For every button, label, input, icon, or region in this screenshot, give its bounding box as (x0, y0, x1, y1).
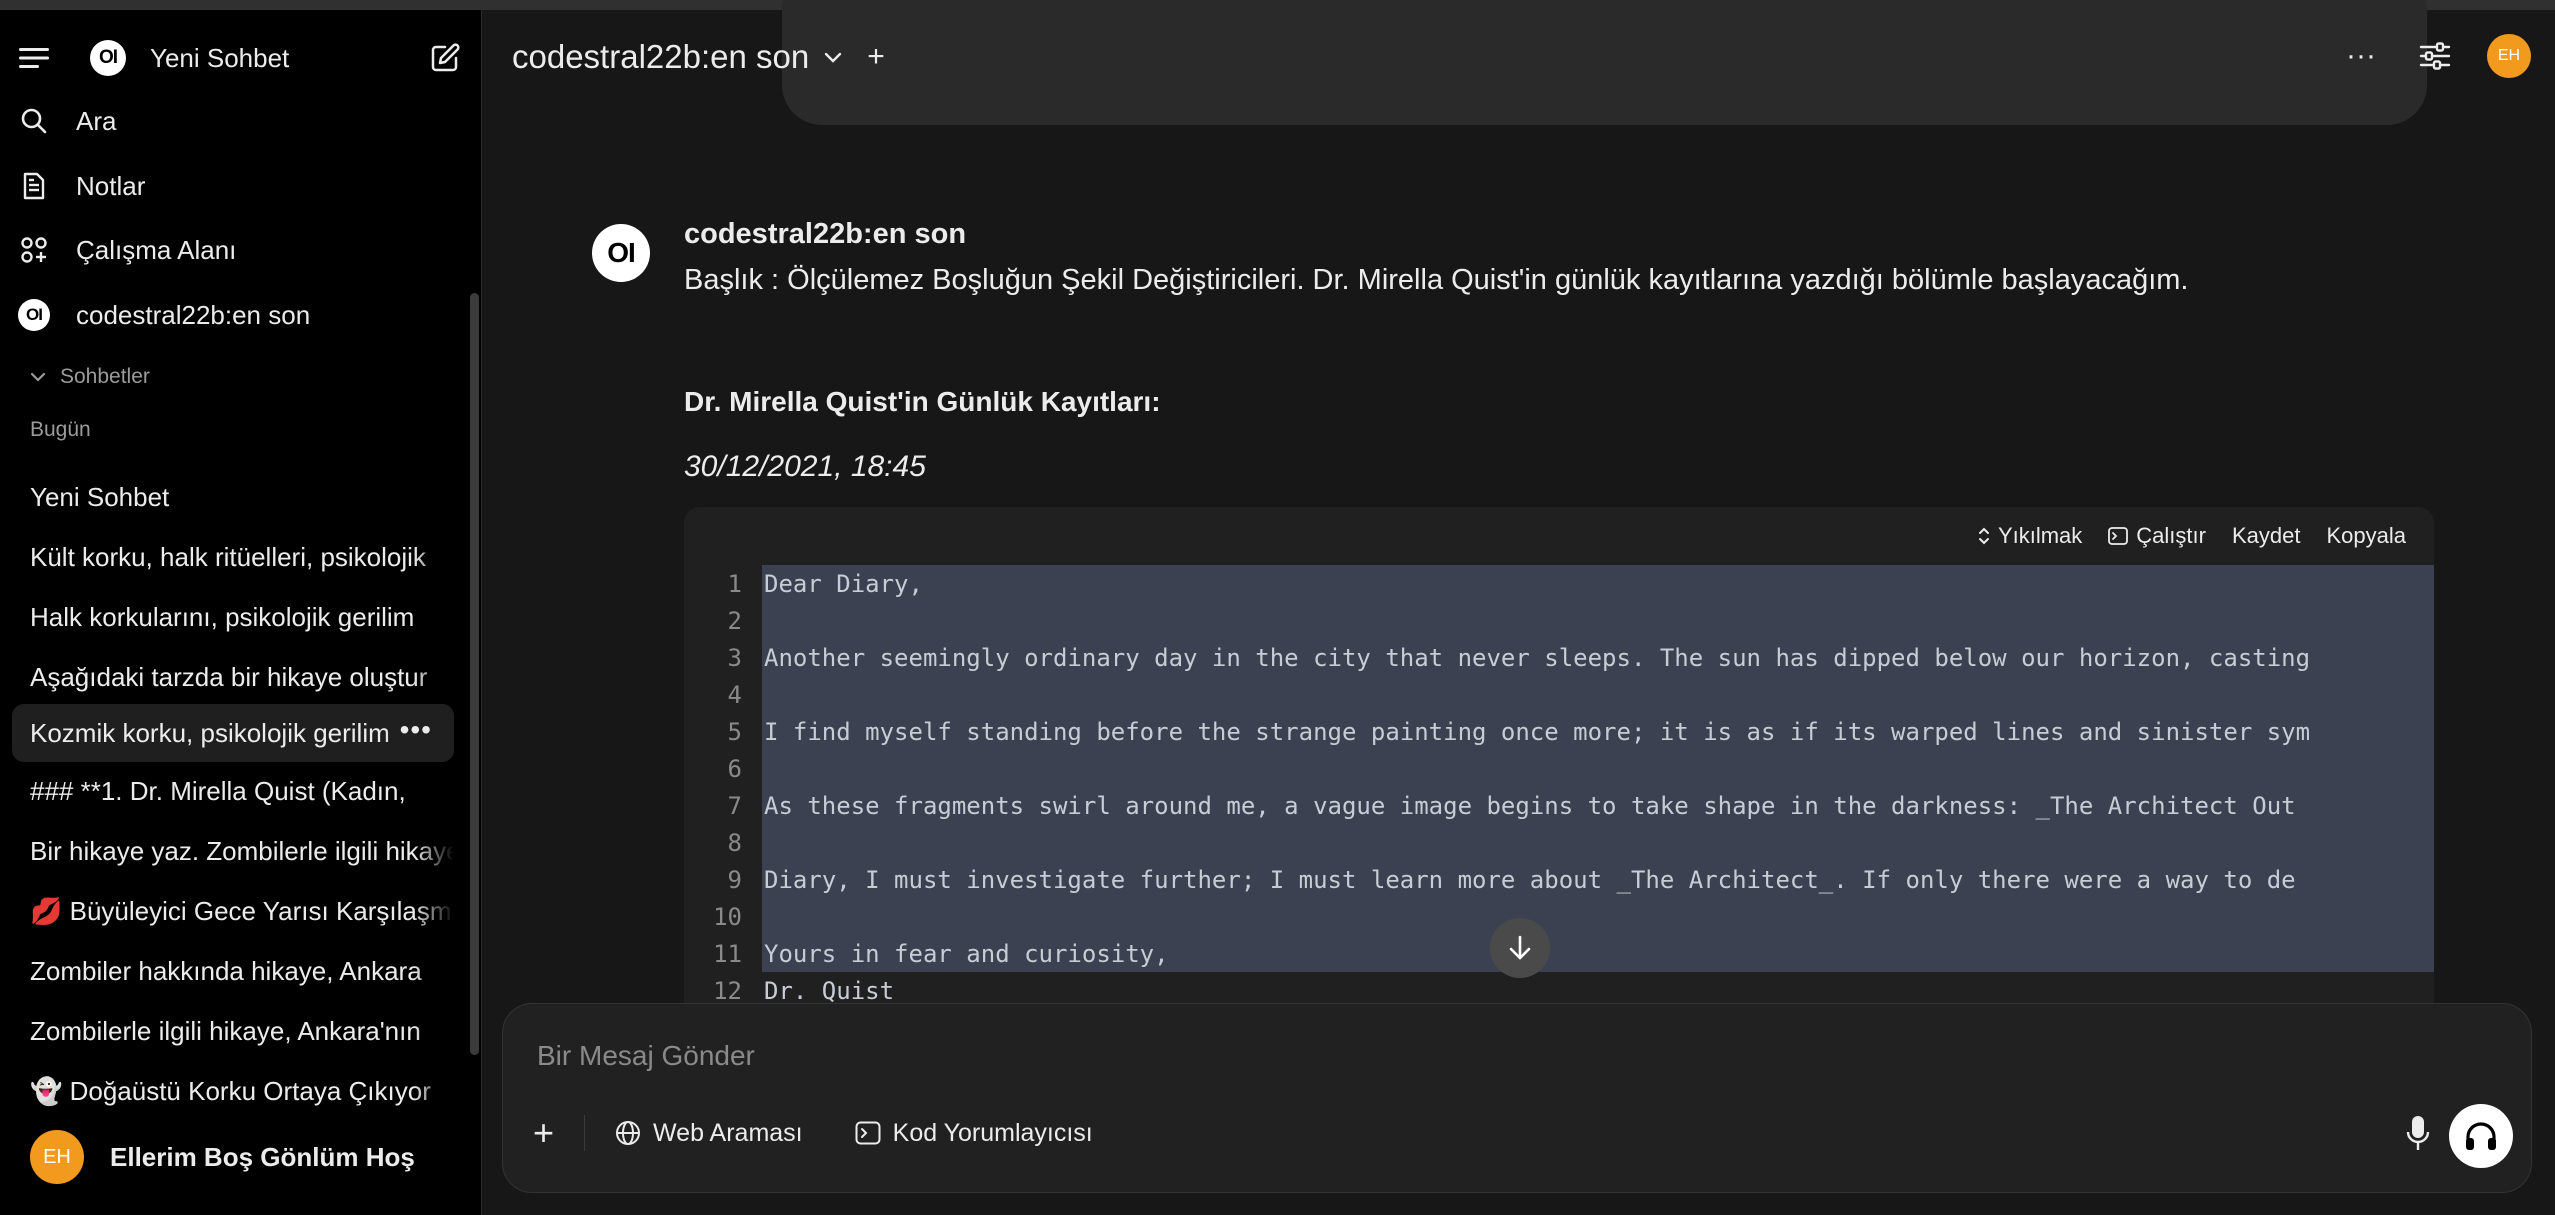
today-label: Bugün (30, 418, 91, 441)
code-block: Yıkılmak Çalıştır Kaydet Kopyala 1 Dear D… (684, 507, 2434, 1005)
chat-list-item[interactable]: Halk korkularını, psikolojik gerilim (12, 588, 454, 646)
code-line: 2 (684, 602, 2434, 639)
arrow-down-icon (1509, 935, 1531, 960)
user-profile[interactable]: EH Ellerim Boş Gönlüm Hoş (30, 1130, 415, 1184)
add-model-button[interactable]: + (867, 40, 885, 74)
controls-button[interactable] (2411, 32, 2459, 80)
sidebar: OI Yeni Sohbet Ara Notlar Çalışma Alanı … (0, 10, 482, 1215)
globe-icon (616, 1121, 641, 1145)
new-chat-edit-icon[interactable] (429, 42, 461, 74)
chat-main: codestral22b:en son + ··· EH OI codestra… (482, 0, 2555, 1215)
user-avatar: EH (30, 1130, 84, 1184)
sidebar-item-label: Ara (76, 105, 117, 136)
code-interpreter-toggle[interactable]: Kod Yorumlayıcısı (855, 1119, 1093, 1148)
notes-icon (18, 170, 50, 202)
top-bar: codestral22b:en son + ··· EH (482, 10, 2555, 106)
message-input[interactable] (535, 1030, 2139, 1082)
sidebar-header: OI Yeni Sohbet (18, 40, 461, 76)
message-composer: + Web Araması Kod Yorumlayıcısı (502, 1003, 2532, 1193)
new-chat-label[interactable]: Yeni Sohbet (150, 43, 289, 74)
chat-list-item[interactable]: ### **1. Dr. Mirella Quist (Kadın, (12, 762, 454, 820)
chats-section-label: Sohbetler (60, 365, 150, 388)
chevron-down-icon (30, 372, 46, 382)
sidebar-scrollbar[interactable] (470, 293, 479, 1055)
model-logo-icon: OI (18, 299, 50, 331)
model-selector[interactable]: codestral22b:en son + (512, 38, 885, 76)
message-heading: Dr. Mirella Quist'in Günlük Kayıtları: (684, 386, 1161, 417)
workspace-icon (18, 234, 50, 266)
sliders-icon (2419, 42, 2451, 70)
scroll-to-bottom-button[interactable] (1490, 918, 1550, 978)
sidebar-item-workspace[interactable]: Çalışma Alanı (18, 234, 461, 266)
chevron-updown-icon (1978, 527, 1989, 545)
code-line: 1 Dear Diary, (684, 565, 2434, 602)
more-options-button[interactable]: ··· (2337, 32, 2385, 80)
assistant-logo-icon: OI (592, 224, 650, 282)
chevron-down-icon (825, 52, 842, 63)
message-date: 30/12/2021, 18:45 (684, 450, 926, 483)
chat-list-item[interactable]: Aşağıdaki tarzda bir hikaye oluştur (12, 648, 454, 706)
code-line: 12 Dr. Quist (713, 976, 895, 1005)
microphone-button[interactable] (2405, 1114, 2431, 1159)
code-line: 3 Another seemingly ordinary day in the c… (684, 639, 2434, 676)
chat-list-item[interactable]: Zombilerle ilgili hikaye, Ankara'nın (12, 1002, 454, 1060)
sidebar-item-label: Notlar (76, 170, 146, 201)
code-line: 5I find myself standing before the stran… (684, 713, 2434, 750)
sidebar-item-label: Çalışma Alanı (76, 234, 237, 265)
code-toolbar: Yıkılmak Çalıştır Kaydet Kopyala (684, 507, 2434, 565)
code-line: 8 (684, 824, 2434, 861)
search-icon (18, 105, 50, 137)
top-bar-actions: ··· EH (2311, 32, 2533, 80)
code-editor[interactable]: 1 Dear Diary, 2 3 Another seemingly ordina… (684, 565, 2434, 1005)
app-logo-icon: OI (90, 40, 126, 76)
save-button[interactable]: Kaydet (2232, 523, 2301, 549)
sidebar-item-notes[interactable]: Notlar (18, 170, 461, 202)
copy-button[interactable]: Kopyala (2326, 523, 2406, 549)
code-line: 6 (684, 750, 2434, 787)
collapse-button[interactable]: Yıkılmak (1978, 523, 2082, 549)
sidebar-item-model[interactable]: OI codestral22b:en son (18, 299, 461, 331)
user-name: Ellerim Boş Gönlüm Hoş (110, 1141, 415, 1172)
chat-list-item[interactable]: 👻 Doğaüstü Korku Ortaya Çıkıyor (12, 1062, 454, 1120)
run-button[interactable]: Çalıştır (2108, 523, 2206, 549)
chat-list-item[interactable]: Yeni Sohbet (12, 468, 454, 526)
code-line: 7 As these fragments swirl around me, a v… (684, 787, 2434, 824)
headphones-icon (2466, 1122, 2496, 1150)
code-line: 9 Diary, I must investigate further; I mu… (684, 861, 2434, 898)
sidebar-item-search[interactable]: Ara (18, 105, 461, 137)
model-name: codestral22b:en son (512, 38, 810, 75)
chat-list-item[interactable]: Kült korku, halk ritüelleri, psikolojik (12, 528, 454, 586)
chat-list-item-active[interactable]: Kozmik korku, psikolojik gerilim ••• (12, 704, 454, 762)
chat-list-item[interactable]: Zombiler hakkında hikaye, Ankara (12, 942, 454, 1000)
chat-options-button[interactable]: ••• (400, 714, 432, 746)
terminal-icon (855, 1121, 881, 1145)
code-line: 4 (684, 676, 2434, 713)
attach-button[interactable]: + (533, 1112, 554, 1154)
web-search-toggle[interactable]: Web Araması (615, 1119, 803, 1148)
voice-mode-button[interactable] (2449, 1104, 2513, 1168)
terminal-icon (2108, 527, 2129, 545)
chats-section-toggle[interactable]: Sohbetler (30, 365, 150, 389)
message-intro: Başlık : Ölçülemez Boşluğun Şekil Değişt… (684, 264, 2189, 296)
header-user-avatar[interactable]: EH (2487, 34, 2531, 78)
chat-list-item[interactable]: 💋 Büyüleyici Gece Yarısı Karşılaşması (12, 882, 454, 940)
code-line: 10 (684, 898, 2434, 935)
microphone-icon (2406, 1116, 2430, 1150)
message-author: codestral22b:en son (684, 218, 967, 250)
sidebar-item-label: codestral22b:en son (76, 299, 311, 330)
menu-icon[interactable] (18, 42, 50, 74)
composer-tools: + Web Araması Kod Yorumlayıcısı (533, 1112, 1145, 1154)
code-line: 11 Yours in fear and curiosity, (684, 935, 2434, 972)
divider (584, 1115, 586, 1151)
chat-list-item[interactable]: Bir hikaye yaz. Zombilerle ilgili hikaye (12, 822, 454, 880)
